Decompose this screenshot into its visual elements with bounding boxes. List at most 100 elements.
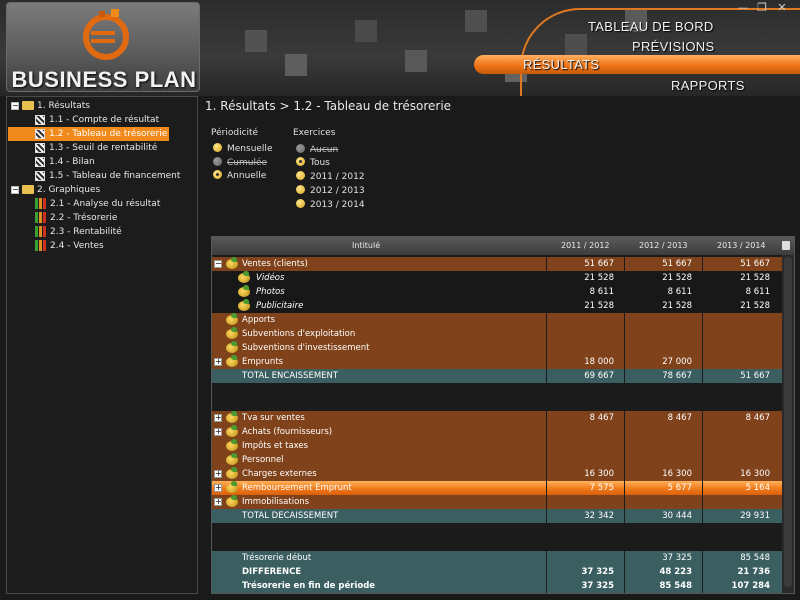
table-row[interactable]: − Ventes (clients) 51 667 51 667 51 667 — [212, 257, 782, 271]
table-row[interactable]: Vidéos 21 528 21 528 21 528 — [212, 271, 782, 285]
column-divider — [624, 341, 625, 355]
table-row[interactable]: Subventions d'investissement — [212, 341, 782, 355]
tree-item-ventes[interactable]: 2.4 - Ventes — [35, 239, 104, 253]
vertical-scrollbar[interactable] — [782, 255, 794, 593]
col-header-intitule[interactable]: Intitulé — [352, 237, 380, 255]
radio-label: Aucun — [310, 145, 339, 155]
money-bag-icon — [226, 355, 238, 367]
radio-2013-2014[interactable]: 2013 / 2014 — [296, 199, 365, 211]
radio-mensuelle[interactable]: Mensuelle — [213, 143, 272, 155]
table-row[interactable]: + Immobilisations — [212, 495, 782, 509]
column-divider — [546, 369, 547, 383]
table-row[interactable]: Apports — [212, 313, 782, 327]
sidebar-tree: − 1. Résultats 1.1 - Compte de résultat 1… — [6, 96, 198, 594]
nav-tableau-de-bord[interactable]: TABLEAU DE BORD — [588, 19, 714, 34]
table-row[interactable]: + Charges externes 16 300 16 300 16 300 — [212, 467, 782, 481]
cell-value: 27 000 — [662, 357, 692, 367]
nav-rapports[interactable]: RAPPORTS — [671, 78, 745, 93]
row-label: DIFFERENCE — [242, 567, 302, 577]
money-bag-icon — [226, 411, 238, 423]
column-divider — [624, 467, 625, 481]
cell-value: 8 611 — [745, 287, 770, 297]
cell-value: 69 667 — [584, 371, 614, 381]
minimize-button[interactable]: — — [733, 2, 753, 14]
row-label: Subventions d'exploitation — [242, 329, 356, 339]
row-label: Achats (fournisseurs) — [242, 427, 333, 437]
tree-group-resultats[interactable]: − 1. Résultats — [11, 99, 90, 113]
table-row[interactable]: Photos 8 611 8 611 8 611 — [212, 285, 782, 299]
expand-toggle[interactable]: + — [214, 428, 222, 436]
radio-tous[interactable]: Tous — [296, 157, 330, 169]
tree-item-bilan[interactable]: 1.4 - Bilan — [35, 155, 95, 169]
table-row[interactable]: + Achats (fournisseurs) — [212, 425, 782, 439]
tree-item-analyse-resultat[interactable]: 2.1 - Analyse du résultat — [35, 197, 160, 211]
table-row[interactable]: Impôts et taxes — [212, 439, 782, 453]
column-divider — [702, 579, 703, 593]
tree-item-seuil-rentabilite[interactable]: 1.3 - Seuil de rentabilité — [35, 141, 157, 155]
cell-value: 21 528 — [662, 301, 692, 311]
maximize-button[interactable]: ❐ — [752, 2, 772, 14]
tree-group-graphiques[interactable]: − 2. Graphiques — [11, 183, 100, 197]
column-divider — [546, 411, 547, 425]
periodicite-label: Périodicité — [211, 128, 259, 138]
cell-value: 8 467 — [667, 413, 692, 423]
table-row[interactable]: + Tva sur ventes 8 467 8 467 8 467 — [212, 411, 782, 425]
row-label: Immobilisations — [242, 497, 310, 507]
tree-item-rentabilite[interactable]: 2.3 - Rentabilité — [35, 225, 122, 239]
collapse-toggle[interactable]: − — [11, 101, 19, 110]
expand-toggle[interactable]: + — [214, 498, 222, 506]
app-header: BUSINESS PLAN — ❐ ✕ TABLEAU DE BORD PRÉV… — [0, 0, 800, 96]
tree-item-label: 1.5 - Tableau de financement — [49, 171, 181, 181]
radio-label: Cumulée — [227, 158, 268, 168]
column-divider — [624, 551, 625, 565]
close-button[interactable]: ✕ — [772, 2, 792, 14]
table-row[interactable]: Trésorerie début 37 325 85 548 — [212, 551, 782, 565]
money-bag-icon — [238, 299, 250, 311]
expand-toggle[interactable]: + — [214, 358, 222, 366]
table-doc-icon — [35, 170, 45, 181]
radio-2011-2012[interactable]: 2011 / 2012 — [296, 171, 365, 183]
table-row[interactable]: Subventions d'exploitation — [212, 327, 782, 341]
col-header-2012-2013[interactable]: 2012 / 2013 — [639, 237, 688, 255]
bar-chart-icon — [35, 226, 47, 237]
column-divider — [624, 257, 625, 271]
nav-resultats[interactable]: RÉSULTATS — [523, 57, 599, 72]
col-header-2011-2012[interactable]: 2011 / 2012 — [561, 237, 610, 255]
table-row[interactable]: Publicitaire 21 528 21 528 21 528 — [212, 299, 782, 313]
table-doc-icon — [35, 142, 45, 153]
column-divider — [702, 425, 703, 439]
collapse-toggle[interactable]: − — [11, 185, 19, 194]
radio-aucun[interactable]: Aucun — [296, 144, 338, 156]
table-row[interactable]: DIFFERENCE 37 325 48 223 21 736 — [212, 565, 782, 579]
radio-annuelle[interactable]: Annuelle — [213, 170, 266, 182]
column-divider — [546, 495, 547, 509]
expand-toggle[interactable]: − — [214, 260, 222, 268]
tree-item-tableau-financement[interactable]: 1.5 - Tableau de financement — [35, 169, 180, 183]
table-row[interactable]: Trésorerie en fin de période 37 325 85 548… — [212, 579, 782, 593]
expand-toggle[interactable]: + — [214, 484, 222, 492]
lock-icon[interactable] — [782, 241, 790, 250]
scroll-thumb[interactable] — [784, 257, 792, 587]
tree-item-tresorerie[interactable]: 2.2 - Trésorerie — [35, 211, 117, 225]
cell-value: 37 325 — [581, 581, 614, 591]
cell-value: 32 342 — [584, 511, 614, 521]
table-row[interactable]: + Remboursement Emprunt 7 575 5 677 5 164 — [212, 481, 782, 495]
row-label: Ventes (clients) — [242, 259, 308, 269]
radio-2012-2013[interactable]: 2012 / 2013 — [296, 185, 365, 197]
table-row[interactable]: TOTAL DECAISSEMENT 32 342 30 444 29 931 — [212, 509, 782, 523]
row-label: TOTAL ENCAISSEMENT — [242, 371, 339, 381]
col-header-2013-2014[interactable]: 2013 / 2014 — [717, 237, 766, 255]
cell-value: 16 300 — [662, 469, 692, 479]
column-divider — [624, 565, 625, 579]
table-row[interactable]: TOTAL ENCAISSEMENT 69 667 78 667 51 667 — [212, 369, 782, 383]
table-row[interactable]: Personnel — [212, 453, 782, 467]
tree-item-tableau-tresorerie[interactable]: 1.2 - Tableau de trésorerie — [8, 127, 169, 141]
table-row[interactable]: + Emprunts 18 000 27 000 — [212, 355, 782, 369]
tree-item-compte-resultat[interactable]: 1.1 - Compte de résultat — [35, 113, 159, 127]
expand-toggle[interactable]: + — [214, 470, 222, 478]
radio-cumulee[interactable]: Cumulée — [213, 157, 267, 169]
nav-previsions[interactable]: PRÉVISIONS — [632, 39, 714, 54]
row-label: Subventions d'investissement — [242, 343, 370, 353]
expand-toggle[interactable]: + — [214, 414, 222, 422]
tree-item-label: 2.4 - Ventes — [50, 241, 104, 251]
